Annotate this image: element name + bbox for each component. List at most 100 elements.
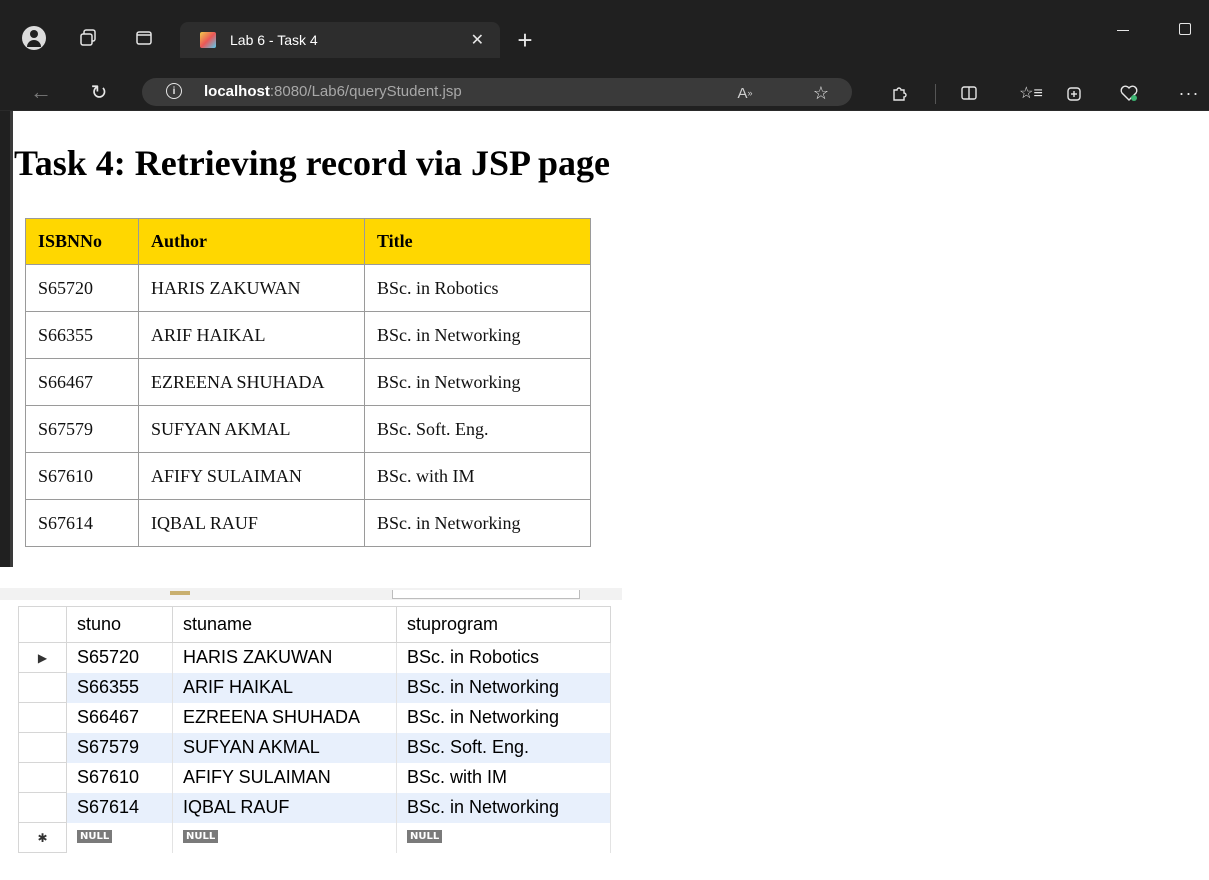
url-text[interactable]: localhost:8080/Lab6/queryStudent.jsp <box>204 83 462 100</box>
browser-window: Lab 6 - Task 4 ✕ + ← ↻ i localhost:8080/… <box>0 0 1209 567</box>
table-row: S66467 EZREENA SHUHADA BSc. in Networking <box>25 358 591 406</box>
back-icon[interactable]: ← <box>28 79 54 105</box>
grid-row[interactable]: S67579 SUFYAN AKMAL BSc. Soft. Eng. <box>18 732 611 763</box>
table-row: S66355 ARIF HAIKAL BSc. in Networking <box>25 311 591 359</box>
grid-cell[interactable]: HARIS ZAKUWAN <box>172 642 397 673</box>
grid-cell[interactable]: ARIF HAIKAL <box>172 672 397 703</box>
grid-cell[interactable]: BSc. Soft. Eng. <box>396 732 611 763</box>
null-badge: NULL <box>407 829 443 843</box>
table-cell: BSc. in Robotics <box>364 264 591 312</box>
row-header-corner <box>18 606 67 643</box>
grid-cell[interactable]: AFIFY SULAIMAN <box>172 762 397 793</box>
new-row-marker-icon[interactable]: ✱ <box>18 822 67 853</box>
column-header-title: Title <box>364 218 591 265</box>
row-selector[interactable] <box>18 732 67 763</box>
grid-column-stuprogram[interactable]: stuprogram <box>396 606 611 643</box>
grid-cell[interactable]: BSc. with IM <box>396 762 611 793</box>
plus-icon[interactable]: + <box>508 24 542 56</box>
star-icon[interactable]: ☆ <box>808 80 834 106</box>
toolbar-separator <box>935 84 936 104</box>
row-selector[interactable] <box>18 792 67 823</box>
grid-cell[interactable]: NULL <box>66 822 173 853</box>
favorites-icon[interactable]: ☆≡ <box>1018 80 1044 106</box>
refresh-icon[interactable]: ↻ <box>86 79 112 105</box>
grid-cell[interactable]: S66467 <box>66 702 173 733</box>
minimize-icon[interactable] <box>1108 20 1138 40</box>
grid-cell[interactable]: S65720 <box>66 642 173 673</box>
student-records-table: ISBNNo Author Title S65720 HARIS ZAKUWAN B… <box>25 218 591 547</box>
table-cell: ARIF HAIKAL <box>138 311 365 359</box>
result-grid-toolbar <box>0 588 622 600</box>
grid-row[interactable]: S66355 ARIF HAIKAL BSc. in Networking <box>18 672 611 703</box>
grid-cell[interactable]: BSc. in Networking <box>396 792 611 823</box>
table-cell: IQBAL RAUF <box>138 499 365 547</box>
table-row: S67579 SUFYAN AKMAL BSc. Soft. Eng. <box>25 405 591 453</box>
table-cell: BSc. in Networking <box>364 499 591 547</box>
info-icon[interactable]: i <box>166 83 182 99</box>
workspaces-icon[interactable] <box>76 26 100 50</box>
row-selector[interactable] <box>18 672 67 703</box>
grid-cell[interactable]: EZREENA SHUHADA <box>172 702 397 733</box>
grid-cell[interactable]: S66355 <box>66 672 173 703</box>
table-cell: EZREENA SHUHADA <box>138 358 365 406</box>
filter-input[interactable] <box>392 590 580 599</box>
grid-row[interactable]: S67614 IQBAL RAUF BSc. in Networking <box>18 792 611 823</box>
table-cell: AFIFY SULAIMAN <box>138 452 365 500</box>
tab-title: Lab 6 - Task 4 <box>230 32 318 48</box>
active-tab[interactable]: Lab 6 - Task 4 ✕ <box>180 22 500 58</box>
table-cell: BSc. in Networking <box>364 358 591 406</box>
profile-icon[interactable] <box>22 26 46 50</box>
grid-row[interactable]: S66467 EZREENA SHUHADA BSc. in Networkin… <box>18 702 611 733</box>
tab-favicon-icon <box>200 32 216 48</box>
table-cell: S66467 <box>25 358 139 406</box>
table-row: S67614 IQBAL RAUF BSc. in Networking <box>25 499 591 547</box>
table-cell: BSc. with IM <box>364 452 591 500</box>
grid-column-stuname[interactable]: stuname <box>172 606 397 643</box>
table-cell: S67610 <box>25 452 139 500</box>
column-header-author: Author <box>138 218 365 265</box>
close-icon[interactable]: ✕ <box>471 30 484 50</box>
grid-cell[interactable]: S67579 <box>66 732 173 763</box>
table-cell: SUFYAN AKMAL <box>138 405 365 453</box>
grid-cell[interactable]: BSc. in Networking <box>396 672 611 703</box>
table-cell: S67614 <box>25 499 139 547</box>
grid-cell[interactable]: NULL <box>396 822 611 853</box>
table-row: S67610 AFIFY SULAIMAN BSc. with IM <box>25 452 591 500</box>
maximize-icon[interactable] <box>1172 16 1198 42</box>
grid-row[interactable]: ▶ S65720 HARIS ZAKUWAN BSc. in Robotics <box>18 642 611 673</box>
grid-new-row[interactable]: ✱ NULL NULL NULL <box>18 822 611 853</box>
table-header-row: ISBNNo Author Title <box>25 218 591 265</box>
collections-icon[interactable] <box>1062 80 1088 106</box>
browser-essentials-icon[interactable] <box>1116 80 1142 106</box>
table-cell: S66355 <box>25 311 139 359</box>
extensions-icon[interactable] <box>886 80 912 106</box>
row-selector[interactable] <box>18 762 67 793</box>
table-cell: BSc. in Networking <box>364 311 591 359</box>
grid-header-row: stuno stuname stuprogram <box>18 606 611 643</box>
table-cell: S67579 <box>25 405 139 453</box>
table-row: S65720 HARIS ZAKUWAN BSc. in Robotics <box>25 264 591 312</box>
grid-column-stuno[interactable]: stuno <box>66 606 173 643</box>
current-row-marker-icon[interactable]: ▶ <box>18 642 67 673</box>
table-cell: HARIS ZAKUWAN <box>138 264 365 312</box>
grid-cell[interactable]: BSc. in Robotics <box>396 642 611 673</box>
table-cell: BSc. Soft. Eng. <box>364 405 591 453</box>
read-aloud-icon[interactable]: A» <box>732 80 758 106</box>
null-badge: NULL <box>183 829 219 843</box>
tab-actions-icon[interactable] <box>132 26 156 50</box>
grid-cell[interactable]: BSc. in Networking <box>396 702 611 733</box>
grid-row[interactable]: S67610 AFIFY SULAIMAN BSc. with IM <box>18 762 611 793</box>
export-icon[interactable] <box>170 591 190 595</box>
row-selector[interactable] <box>18 702 67 733</box>
grid-cell[interactable]: IQBAL RAUF <box>172 792 397 823</box>
more-icon[interactable]: ··· <box>1176 80 1202 106</box>
grid-cell[interactable]: S67610 <box>66 762 173 793</box>
null-badge: NULL <box>77 829 113 843</box>
table-cell: S65720 <box>25 264 139 312</box>
split-screen-icon[interactable] <box>956 80 982 106</box>
grid-cell[interactable]: SUFYAN AKMAL <box>172 732 397 763</box>
page-title: Task 4: Retrieving record via JSP page <box>14 143 610 183</box>
grid-cell[interactable]: NULL <box>172 822 397 853</box>
grid-cell[interactable]: S67614 <box>66 792 173 823</box>
window-edge <box>0 111 10 567</box>
